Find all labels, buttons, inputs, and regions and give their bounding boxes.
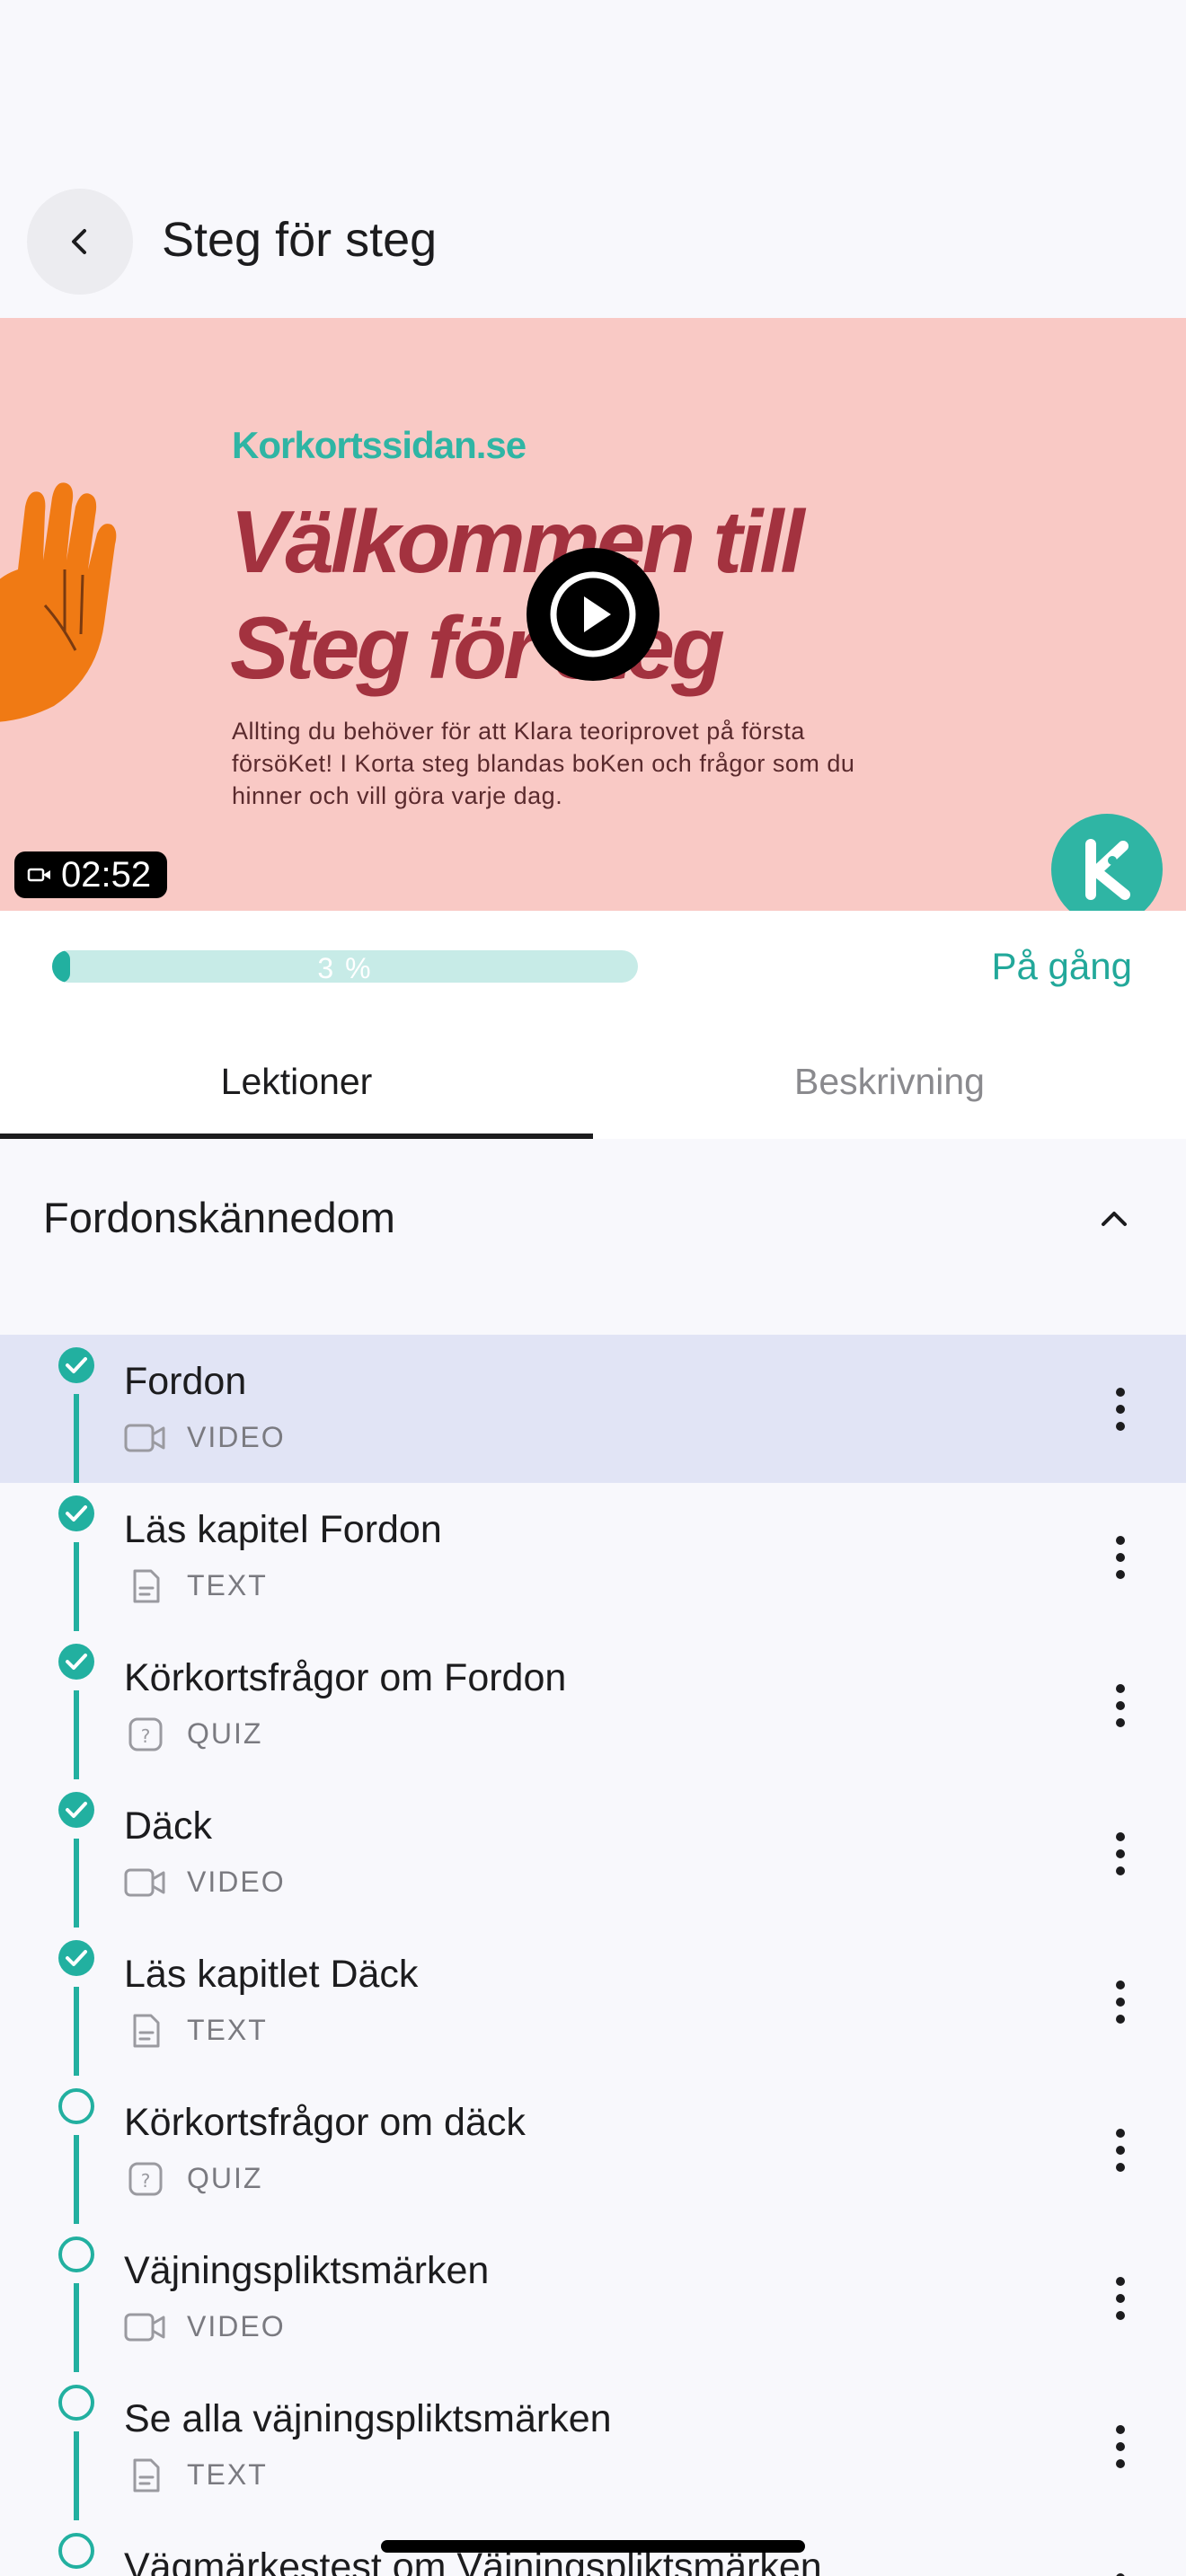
empty-circle-icon xyxy=(57,2086,96,2126)
k-logo-icon xyxy=(1051,814,1163,911)
lesson-title: Körkortsfrågor om Fordon xyxy=(124,1656,567,1699)
brand-name: Korkortssidan.se xyxy=(232,424,527,466)
lesson-type-label: QUIZ xyxy=(187,2162,263,2194)
document-icon xyxy=(124,2014,167,2047)
course-screen: Steg för steg Korkortssidan.se Välkommen… xyxy=(0,0,1186,2576)
lesson-row[interactable]: Läs kapitlet Däck TEXT xyxy=(0,1928,1186,2076)
lesson-row[interactable]: Väjningspliktsmärken VIDEO xyxy=(0,2224,1186,2372)
empty-circle-icon xyxy=(57,2235,96,2274)
svg-text:?: ? xyxy=(141,2170,151,2192)
course-status: På gång xyxy=(991,945,1132,987)
timeline-line xyxy=(74,1542,79,1631)
progress-label: 3 % xyxy=(317,952,373,983)
lesson-type: TEXT xyxy=(124,1569,268,1602)
lesson-type-label: VIDEO xyxy=(187,1866,286,1898)
empty-circle-icon xyxy=(57,2383,96,2422)
video-subtext: Allting du behöver för att Klara teoripr… xyxy=(232,718,855,809)
video-icon xyxy=(124,2311,167,2343)
more-options-icon[interactable] xyxy=(1098,1526,1143,1589)
lesson-title: Fordon xyxy=(124,1360,247,1403)
lesson-type-label: TEXT xyxy=(187,2014,268,2046)
lesson-title: Se alla väjningspliktsmärken xyxy=(124,2397,612,2440)
chevron-left-icon xyxy=(72,229,86,254)
check-circle-icon xyxy=(57,1642,96,1681)
timeline-line xyxy=(74,1394,79,1483)
timeline-line xyxy=(74,1987,79,2076)
play-icon xyxy=(550,571,636,657)
lesson-type-label: TEXT xyxy=(187,1569,268,1601)
check-circle-icon xyxy=(57,1494,96,1533)
duration-badge: 02:52 xyxy=(14,851,168,898)
lesson-type: VIDEO xyxy=(124,1866,286,1899)
check-circle-icon xyxy=(57,1938,96,1978)
check-circle-icon xyxy=(57,1345,96,1385)
lesson-type-label: VIDEO xyxy=(187,2310,286,2342)
more-options-icon[interactable] xyxy=(1098,2563,1143,2576)
lesson-row[interactable]: Se alla väjningspliktsmärken TEXT xyxy=(0,2372,1186,2520)
timeline-line xyxy=(74,2431,79,2520)
document-icon xyxy=(124,2458,167,2492)
video-icon xyxy=(124,1866,167,1899)
lesson-title: Läs kapitlet Däck xyxy=(124,1953,419,1996)
back-button[interactable] xyxy=(27,189,133,295)
timeline-line xyxy=(74,1839,79,1928)
more-options-icon[interactable] xyxy=(1098,2119,1143,2182)
tab-bar: Lektioner Beskrivning xyxy=(0,1024,1186,1139)
lesson-title: Däck xyxy=(124,1804,212,1848)
lesson-title: Läs kapitel Fordon xyxy=(124,1508,442,1551)
more-options-icon[interactable] xyxy=(1098,1674,1143,1737)
lesson-row[interactable]: Fordon VIDEO xyxy=(0,1335,1186,1483)
duration-text: 02:52 xyxy=(61,854,152,895)
collapse-button[interactable] xyxy=(1087,1191,1141,1245)
empty-circle-icon xyxy=(57,2531,96,2571)
quiz-icon: ? xyxy=(124,2162,167,2195)
timeline-line xyxy=(74,1690,79,1779)
home-indicator xyxy=(381,2540,805,2553)
timeline-line xyxy=(74,2283,79,2372)
more-options-icon[interactable] xyxy=(1098,2267,1143,2330)
lesson-list: Fordon VIDEO Läs kapitel Fordon TEXT Körkort… xyxy=(0,1335,1186,2576)
lesson-title: Väjningspliktsmärken xyxy=(124,2249,490,2292)
svg-text:?: ? xyxy=(141,1725,151,1747)
tab-beskrivning[interactable]: Beskrivning xyxy=(593,1024,1186,1139)
more-options-icon[interactable] xyxy=(1098,1971,1143,2033)
lesson-type: TEXT xyxy=(124,2458,268,2492)
lesson-type-label: TEXT xyxy=(187,2458,268,2491)
lesson-row[interactable]: Körkortsfrågor om Fordon? QUIZ xyxy=(0,1631,1186,1779)
lesson-row[interactable]: Däck VIDEO xyxy=(0,1779,1186,1928)
play-button[interactable] xyxy=(527,548,659,681)
header: Steg för steg xyxy=(0,0,1186,318)
lesson-type: VIDEO xyxy=(124,1421,286,1454)
lesson-row[interactable]: Läs kapitel Fordon TEXT xyxy=(0,1483,1186,1631)
section-header[interactable]: Fordonskännedom xyxy=(0,1139,1186,1335)
section-title: Fordonskännedom xyxy=(43,1194,395,1241)
lesson-type: ? QUIZ xyxy=(124,2162,262,2195)
lesson-type-label: QUIZ xyxy=(187,1717,263,1750)
lesson-type: TEXT xyxy=(124,2014,268,2047)
lesson-type: VIDEO xyxy=(124,2310,286,2343)
lesson-row[interactable]: Körkortsfrågor om däck? QUIZ xyxy=(0,2076,1186,2224)
chevron-up-icon xyxy=(1102,1212,1127,1226)
progress-row: 3 % På gång xyxy=(0,911,1186,1024)
page-title: Steg för steg xyxy=(162,213,438,267)
check-circle-icon xyxy=(57,1790,96,1830)
document-icon xyxy=(124,1569,167,1602)
video-icon xyxy=(124,1422,167,1454)
more-options-icon[interactable] xyxy=(1098,1378,1143,1441)
timeline-line xyxy=(74,2135,79,2224)
lesson-title: Körkortsfrågor om däck xyxy=(124,2101,526,2144)
lesson-type-label: VIDEO xyxy=(187,1421,286,1453)
video-player[interactable]: Korkortssidan.se Välkommen till Steg för… xyxy=(0,318,1186,911)
progress-bar: 3 % xyxy=(52,950,638,983)
stop-hand-illustration xyxy=(0,482,117,722)
tab-lektioner[interactable]: Lektioner xyxy=(0,1024,593,1139)
video-camera-icon xyxy=(27,868,50,882)
more-options-icon[interactable] xyxy=(1098,1822,1143,1885)
quiz-icon: ? xyxy=(124,1717,167,1751)
more-options-icon[interactable] xyxy=(1098,2415,1143,2478)
lesson-type: ? QUIZ xyxy=(124,1717,262,1751)
